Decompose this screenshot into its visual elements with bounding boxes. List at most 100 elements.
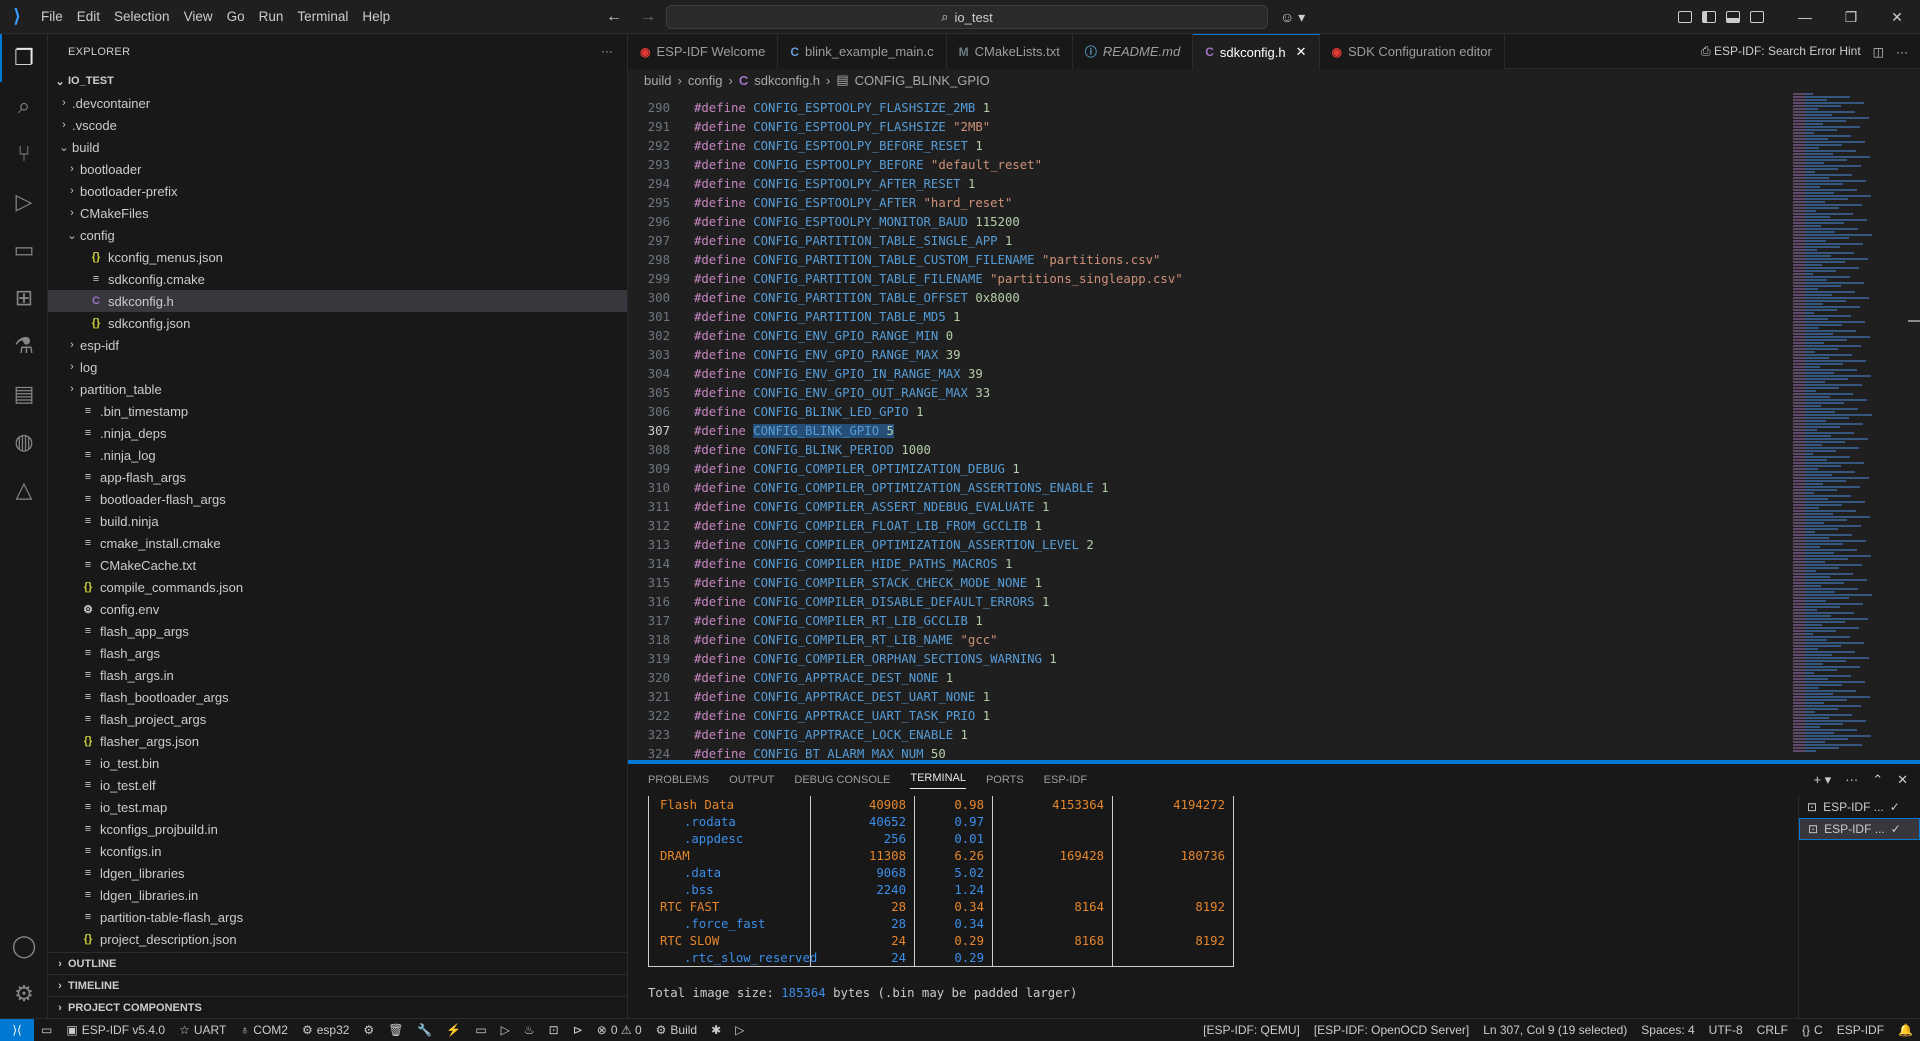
code-line[interactable]: 317 #define CONFIG_COMPILER_RT_LIB_GCCLIB… — [628, 611, 1793, 630]
menu-edit[interactable]: Edit — [70, 0, 107, 34]
openocd-item[interactable]: [ESP-IDF: OpenOCD Server] — [1307, 1023, 1476, 1037]
tree-item[interactable]: ≡ sdkconfig.cmake — [48, 268, 627, 290]
menu-view[interactable]: View — [177, 0, 220, 34]
toggle-panel-icon[interactable] — [1726, 11, 1740, 23]
close-panel-icon[interactable]: ✕ — [1897, 772, 1908, 788]
code-line[interactable]: 312 #define CONFIG_COMPILER_FLOAT_LIB_FRO… — [628, 516, 1793, 535]
tree-item[interactable]: › bootloader — [48, 158, 627, 180]
tree-item[interactable]: ⌄ build — [48, 136, 627, 158]
code-line[interactable]: 293 #define CONFIG_ESPTOOLPY_BEFORE "defa… — [628, 155, 1793, 174]
editor-tab[interactable]: Cblink_example_main.c — [778, 34, 947, 69]
code-line[interactable]: 296 #define CONFIG_ESPTOOLPY_MONITOR_BAUD… — [628, 212, 1793, 231]
esp-idf-search-error-button[interactable]: ⎙ ESP-IDF: Search Error Hint — [1701, 44, 1861, 59]
remote-indicator-icon[interactable]: ⟩⟨ — [0, 1018, 34, 1041]
code-line[interactable]: 299 #define CONFIG_PARTITION_TABLE_FILENA… — [628, 269, 1793, 288]
tree-item[interactable]: ≡ app-flash_args — [48, 466, 627, 488]
forward-arrow-icon[interactable]: → — [640, 8, 656, 26]
tree-item[interactable]: ≡ build.ninja — [48, 510, 627, 532]
panel-tab[interactable]: TERMINAL — [910, 772, 966, 789]
tree-item[interactable]: › bootloader-prefix — [48, 180, 627, 202]
breadcrumb-file[interactable]: sdkconfig.h — [754, 73, 820, 88]
customize-layout-icon[interactable] — [1678, 11, 1692, 23]
monitor-icon[interactable]: ▭ — [468, 1023, 493, 1037]
code-line[interactable]: 298 #define CONFIG_PARTITION_TABLE_CUSTOM… — [628, 250, 1793, 269]
settings-gear-icon[interactable]: ⚙ — [0, 970, 48, 1018]
code-line[interactable]: 304 #define CONFIG_ENV_GPIO_IN_RANGE_MAX … — [628, 364, 1793, 383]
tree-item[interactable]: ≡ flash_args.in — [48, 664, 627, 686]
tree-item[interactable]: ≡ flash_bootloader_args — [48, 686, 627, 708]
code-line[interactable]: 321 #define CONFIG_APPTRACE_DEST_UART_NON… — [628, 687, 1793, 706]
terminal-instance-1[interactable]: ⊡ ESP-IDF ... ✓ — [1799, 796, 1920, 818]
explorer-icon[interactable]: ❐ — [0, 34, 48, 82]
tree-item[interactable]: ≡ flash_project_args — [48, 708, 627, 730]
flame-icon[interactable]: ♨ — [517, 1023, 542, 1037]
command-center-search[interactable]: ⌕ io_test — [666, 5, 1268, 29]
panel-tab[interactable]: DEBUG CONSOLE — [794, 774, 890, 786]
search-view-icon[interactable]: ⌕ — [0, 82, 48, 130]
new-terminal-icon[interactable]: + ▾ — [1813, 772, 1831, 788]
tree-item[interactable]: ≡ flash_app_args — [48, 620, 627, 642]
menu-file[interactable]: File — [34, 0, 70, 34]
code-line[interactable]: 311 #define CONFIG_COMPILER_ASSERT_NDEBUG… — [628, 497, 1793, 516]
code-line[interactable]: 319 #define CONFIG_COMPILER_ORPHAN_SECTIO… — [628, 649, 1793, 668]
menu-run[interactable]: Run — [252, 0, 291, 34]
panel-tab[interactable]: ESP-IDF — [1044, 774, 1087, 786]
workspace-folder-header[interactable]: ⌄ IO_TEST — [48, 70, 627, 92]
tree-item[interactable]: ≡ io_test.bin — [48, 752, 627, 774]
esp-idf-status[interactable]: ESP-IDF — [1830, 1023, 1891, 1037]
code-line[interactable]: 307 #define CONFIG_BLINK_GPIO 5 — [628, 421, 1793, 440]
minimize-icon[interactable]: — — [1782, 0, 1828, 34]
tree-item[interactable]: › CMakeFiles — [48, 202, 627, 224]
tree-item[interactable]: Csdkconfig.h — [48, 290, 627, 312]
code-line[interactable]: 322 #define CONFIG_APPTRACE_UART_TASK_PRI… — [628, 706, 1793, 725]
editor-tab[interactable]: ◉ ESP-IDF Welcome — [628, 34, 779, 69]
indentation[interactable]: Spaces: 4 — [1634, 1023, 1701, 1037]
terminal-output[interactable]: Flash Data 40908 0.98 4153364 4194272 .rodata… — [628, 796, 1788, 1018]
code-line[interactable]: 291 #define CONFIG_ESPTOOLPY_FLASHSIZE "2… — [628, 117, 1793, 136]
target-item[interactable]: ⚙ esp32 — [295, 1023, 356, 1037]
timeline-section[interactable]: › TIMELINE — [48, 974, 628, 996]
breadcrumb-build[interactable]: build — [644, 73, 671, 88]
tree-item[interactable]: › log — [48, 356, 627, 378]
code-line[interactable]: 318 #define CONFIG_COMPILER_RT_LIB_NAME "… — [628, 630, 1793, 649]
tree-item[interactable]: ≡ bootloader-flash_args — [48, 488, 627, 510]
menuconfig-gear-icon[interactable]: ⚙ — [356, 1023, 381, 1037]
more-actions-icon[interactable]: ··· — [1845, 772, 1858, 788]
tree-item[interactable]: ≡ io_test.map — [48, 796, 627, 818]
close-window-icon[interactable]: ✕ — [1874, 0, 1920, 34]
qemu-item[interactable]: [ESP-IDF: QEMU] — [1196, 1023, 1307, 1037]
editor-tab[interactable]: ⓘ README.md — [1072, 34, 1194, 69]
maximize-panel-icon[interactable]: ⌃ — [1872, 772, 1883, 788]
cursor-position[interactable]: Ln 307, Col 9 (19 selected) — [1476, 1023, 1634, 1037]
wrench-icon[interactable]: 🔧 — [410, 1023, 439, 1037]
code-line[interactable]: 324 #define CONFIG_BT_ALARM_MAX_NUM 50 — [628, 744, 1793, 761]
accounts-icon[interactable]: ◯ — [0, 922, 48, 970]
flash-method-item[interactable]: ☆ UART — [172, 1023, 233, 1037]
tree-item[interactable]: ≡ flash_args — [48, 642, 627, 664]
code-line[interactable]: 306 #define CONFIG_BLINK_LED_GPIO 1 — [628, 402, 1793, 421]
more-actions-icon[interactable]: ··· — [1896, 45, 1908, 59]
tree-item[interactable]: ≡ io_test.elf — [48, 774, 627, 796]
copilot-icon[interactable]: ☺ ▾ — [1280, 0, 1305, 34]
debug-icon[interactable]: ▷ — [494, 1023, 517, 1037]
bug-icon[interactable]: ✱ — [704, 1023, 728, 1037]
split-editor-icon[interactable]: ◫ — [1873, 45, 1884, 59]
tree-item[interactable]: ≡ CMakeCache.txt — [48, 554, 627, 576]
tree-item[interactable]: ≡ kconfigs_projbuild.in — [48, 818, 627, 840]
build-item[interactable]: ⚙ Build — [649, 1023, 704, 1037]
tree-item[interactable]: › .devcontainer — [48, 92, 627, 114]
more-actions-icon[interactable]: ··· — [601, 46, 613, 58]
encoding[interactable]: UTF-8 — [1702, 1023, 1750, 1037]
tree-item[interactable]: › .vscode — [48, 114, 627, 136]
panel-tab[interactable]: PROBLEMS — [648, 774, 709, 786]
toggle-primary-sidebar-icon[interactable] — [1702, 11, 1716, 23]
editor-tab[interactable]: M CMakeLists.txt — [946, 34, 1073, 69]
code-line[interactable]: 302 #define CONFIG_ENV_GPIO_RANGE_MIN 0 — [628, 326, 1793, 345]
menu-terminal[interactable]: Terminal — [290, 0, 355, 34]
outline-section[interactable]: › OUTLINE — [48, 952, 628, 974]
code-line[interactable]: 314 #define CONFIG_COMPILER_HIDE_PATHS_MA… — [628, 554, 1793, 573]
code-line[interactable]: 294 #define CONFIG_ESPTOOLPY_AFTER_RESET … — [628, 174, 1793, 193]
idf-version-item[interactable]: ▣ ESP-IDF v5.4.0 — [59, 1023, 172, 1037]
menu-help[interactable]: Help — [355, 0, 397, 34]
code-line[interactable]: 309 #define CONFIG_COMPILER_OPTIMIZATION_… — [628, 459, 1793, 478]
